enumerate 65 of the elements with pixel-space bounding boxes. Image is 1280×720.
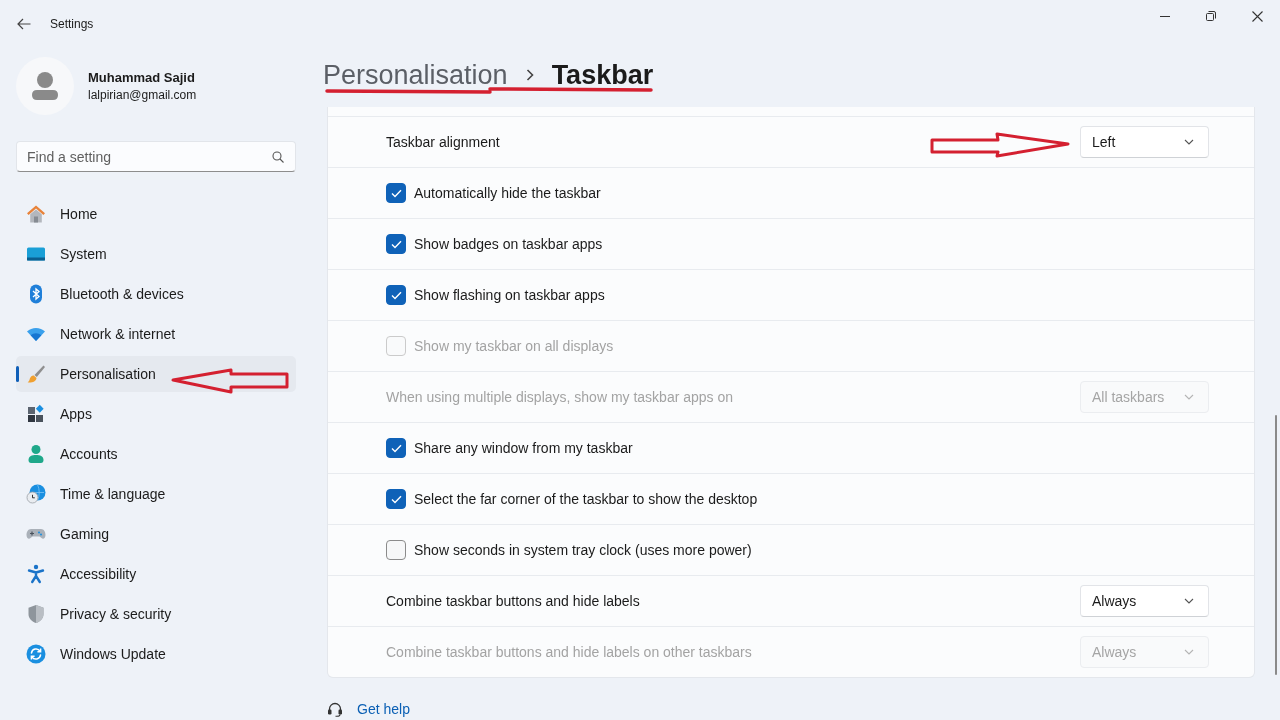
- setting-label: Select the far corner of the taskbar to show the desktop: [414, 490, 758, 508]
- setting-label: Show seconds in system tray clock (uses more power): [414, 541, 752, 559]
- setting-label: Automatically hide the taskbar: [414, 184, 601, 202]
- sidebar-item[interactable]: Accessibility: [16, 556, 296, 592]
- chevron-down-icon: [1184, 649, 1194, 655]
- chevron-down-icon: [1184, 598, 1194, 604]
- breadcrumb-link[interactable]: Personalisation: [323, 57, 508, 93]
- user-email: lalpirian@gmail.com: [88, 87, 197, 103]
- setting-label: Show flashing on taskbar apps: [414, 286, 605, 304]
- checkbox[interactable]: [386, 183, 406, 203]
- setting-label: When using multiple displays, show my taskbar apps on: [386, 388, 734, 406]
- page-title: Taskbar: [551, 59, 654, 92]
- user-name: Muhammad Sajid: [88, 69, 196, 86]
- sidebar-item[interactable]: Time & language: [16, 476, 296, 512]
- scrollbar[interactable]: [1275, 415, 1277, 675]
- chevron-down-icon: [1184, 394, 1194, 400]
- sidebar-item[interactable]: Personalisation: [16, 356, 296, 392]
- chevron-right-icon: [525, 69, 534, 81]
- checkbox[interactable]: [386, 540, 406, 560]
- sync-icon: [26, 644, 46, 664]
- checkmark-icon: [390, 494, 402, 504]
- sidebar-item[interactable]: System: [16, 236, 296, 272]
- setting-label: Combine taskbar buttons and hide labels: [386, 592, 640, 610]
- setting-label: Show my taskbar on all displays: [414, 337, 614, 355]
- close-icon: [1251, 10, 1263, 22]
- app-title: Settings: [50, 17, 94, 31]
- minimize-icon: [1160, 15, 1170, 17]
- checkmark-icon: [390, 188, 402, 198]
- sidebar-item[interactable]: Accounts: [16, 436, 296, 472]
- back-arrow-icon: [17, 18, 31, 30]
- home-icon: [26, 204, 46, 224]
- checkmark-icon: [390, 290, 402, 300]
- search-icon: [272, 151, 284, 163]
- dropdown[interactable]: Left: [1080, 126, 1209, 158]
- get-help-link[interactable]: Get help: [357, 700, 410, 718]
- selection-indicator: [16, 366, 19, 382]
- person-icon: [26, 444, 46, 464]
- chevron-down-icon: [1184, 139, 1194, 145]
- headset-icon: [327, 701, 343, 717]
- sidebar-item[interactable]: Apps: [16, 396, 296, 432]
- checkmark-icon: [390, 443, 402, 453]
- shield-icon: [26, 604, 46, 624]
- setting-label: Combine taskbar buttons and hide labels on other taskbars: [386, 643, 752, 661]
- search-field[interactable]: Find a setting: [16, 141, 296, 172]
- sidebar-item[interactable]: Network & internet: [16, 316, 296, 352]
- avatar-icon: [16, 57, 74, 115]
- checkmark-icon: [390, 239, 402, 249]
- sidebar-item[interactable]: Privacy & security: [16, 596, 296, 632]
- dropdown[interactable]: Always: [1080, 585, 1209, 617]
- accessibility-icon: [26, 564, 46, 584]
- sidebar-item[interactable]: Home: [16, 196, 296, 232]
- setting-label: Taskbar alignment: [386, 133, 500, 151]
- setting-label: Show badges on taskbar apps: [414, 235, 603, 253]
- setting-label: Share any window from my taskbar: [414, 439, 633, 457]
- checkbox[interactable]: [386, 285, 406, 305]
- checkbox[interactable]: [386, 438, 406, 458]
- sidebar-item[interactable]: Bluetooth & devices: [16, 276, 296, 312]
- checkbox[interactable]: [386, 234, 406, 254]
- brush-icon: [26, 364, 46, 384]
- apps-grid-icon: [26, 404, 46, 424]
- sidebar-item[interactable]: Gaming: [16, 516, 296, 552]
- restore-icon: [1206, 11, 1216, 21]
- globe-clock-icon: [26, 484, 46, 504]
- checkbox[interactable]: [386, 489, 406, 509]
- sidebar-item[interactable]: Windows Update: [16, 636, 296, 672]
